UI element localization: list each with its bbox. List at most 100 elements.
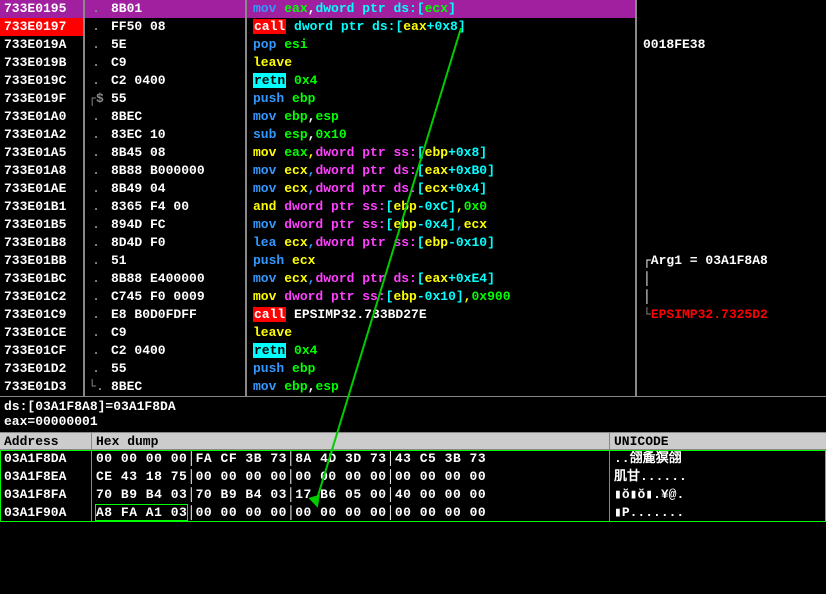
- prefix-cell: .: [85, 198, 107, 216]
- asm-cell: call EPSIMP32.733BD27E: [247, 306, 637, 324]
- prefix-cell: .: [85, 288, 107, 306]
- disasm-row[interactable]: 733E01A0.8BECmov ebp,esp: [0, 108, 826, 126]
- comment-cell: └EPSIMP32.7325D2: [637, 306, 826, 324]
- address-cell: 733E01B5: [0, 216, 85, 234]
- address-cell: 733E01A0: [0, 108, 85, 126]
- asm-cell: mov ebp,esp: [247, 378, 637, 396]
- address-cell: 733E019A: [0, 36, 85, 54]
- address-cell: 733E01AE: [0, 180, 85, 198]
- disasm-row[interactable]: 733E01A5.8B45 08mov eax,dword ptr ss:[eb…: [0, 144, 826, 162]
- hex-cell: 894D FC: [107, 216, 247, 234]
- prefix-cell: .: [85, 36, 107, 54]
- disasm-row[interactable]: 733E01C2.C745 F0 0009mov dword ptr ss:[e…: [0, 288, 826, 306]
- prefix-cell: .: [85, 18, 107, 36]
- comment-cell: [637, 216, 826, 234]
- asm-cell: retn 0x4: [247, 342, 637, 360]
- address-cell: 733E019B: [0, 54, 85, 72]
- comment-cell: │: [637, 288, 826, 306]
- dump-row[interactable]: 03A1F8DA00 00 00 00│FA CF 3B 73│8A 4D 3D…: [0, 450, 826, 468]
- disasm-row[interactable]: 733E01CF.C2 0400retn 0x4: [0, 342, 826, 360]
- asm-cell: mov dword ptr ss:[ebp-0x10],0x900: [247, 288, 637, 306]
- address-cell: 733E01D2: [0, 360, 85, 378]
- disasm-row[interactable]: 733E01BC.8B88 E400000mov ecx,dword ptr d…: [0, 270, 826, 288]
- hex-cell: 8B45 08: [107, 144, 247, 162]
- comment-cell: [637, 0, 826, 18]
- dump-row[interactable]: 03A1F8EACE 43 18 75│00 00 00 00│00 00 00…: [0, 468, 826, 486]
- prefix-cell: .: [85, 216, 107, 234]
- disasm-row[interactable]: 733E0197.FF50 08call dword ptr ds:[eax+0…: [0, 18, 826, 36]
- disasm-row[interactable]: 733E019A.5Epop esi0018FE38: [0, 36, 826, 54]
- hex-cell: 51: [107, 252, 247, 270]
- comment-cell: [637, 90, 826, 108]
- prefix-cell: .: [85, 270, 107, 288]
- comment-cell: [637, 324, 826, 342]
- prefix-cell: ┌$: [85, 90, 107, 108]
- disasm-row[interactable]: 733E0195.8B01mov eax,dword ptr ds:[ecx]: [0, 0, 826, 18]
- prefix-cell: .: [85, 306, 107, 324]
- disasm-row[interactable]: 733E01B1.8365 F4 00and dword ptr ss:[ebp…: [0, 198, 826, 216]
- asm-cell: mov dword ptr ss:[ebp-0x4],ecx: [247, 216, 637, 234]
- prefix-cell: .: [85, 162, 107, 180]
- hex-dump-pane[interactable]: 03A1F8DA00 00 00 00│FA CF 3B 73│8A 4D 3D…: [0, 450, 826, 522]
- address-cell: 733E01BB: [0, 252, 85, 270]
- disasm-row[interactable]: 733E01A8.8B88 B000000mov ecx,dword ptr d…: [0, 162, 826, 180]
- prefix-cell: .: [85, 126, 107, 144]
- disasm-row[interactable]: 733E019C.C2 0400retn 0x4: [0, 72, 826, 90]
- dump-header-hex: Hex dump: [92, 433, 610, 449]
- disasm-row[interactable]: 733E01A2.83EC 10sub esp,0x10: [0, 126, 826, 144]
- comment-cell: [637, 108, 826, 126]
- prefix-cell: .: [85, 54, 107, 72]
- disasm-row[interactable]: 733E019F┌$55push ebp: [0, 90, 826, 108]
- hex-cell: 5E: [107, 36, 247, 54]
- disasm-row[interactable]: 733E019B.C9leave: [0, 54, 826, 72]
- disassembly-pane[interactable]: 733E0195.8B01mov eax,dword ptr ds:[ecx]7…: [0, 0, 826, 396]
- asm-cell: mov ecx,dword ptr ds:[eax+0xB0]: [247, 162, 637, 180]
- disasm-row[interactable]: 733E01CE.C9leave: [0, 324, 826, 342]
- hex-cell: 8365 F4 00: [107, 198, 247, 216]
- prefix-cell: .: [85, 144, 107, 162]
- hex-cell: C2 0400: [107, 72, 247, 90]
- disasm-row[interactable]: 733E01D3└.8BECmov ebp,esp: [0, 378, 826, 396]
- disasm-row[interactable]: 733E01D2.55push ebp: [0, 360, 826, 378]
- prefix-cell: └.: [85, 378, 107, 396]
- disasm-row[interactable]: 733E01BB.51push ecx┌Arg1 = 03A1F8A8: [0, 252, 826, 270]
- address-cell: 733E0197: [0, 18, 85, 36]
- disasm-row[interactable]: 733E01C9.E8 B0D0FDFFcall EPSIMP32.733BD2…: [0, 306, 826, 324]
- asm-cell: leave: [247, 324, 637, 342]
- comment-cell: [637, 342, 826, 360]
- hex-cell: C9: [107, 324, 247, 342]
- comment-cell: [637, 18, 826, 36]
- hex-cell: 8B01: [107, 0, 247, 18]
- status-bar: ds:[03A1F8A8]=03A1F8DA eax=00000001: [0, 396, 826, 432]
- hex-cell: 8B88 E400000: [107, 270, 247, 288]
- address-cell: 733E01B8: [0, 234, 85, 252]
- disasm-row[interactable]: 733E01B5.894D FCmov dword ptr ss:[ebp-0x…: [0, 216, 826, 234]
- hex-cell: 83EC 10: [107, 126, 247, 144]
- comment-cell: │: [637, 270, 826, 288]
- address-cell: 733E019F: [0, 90, 85, 108]
- dump-unicode: ▮P.......: [610, 504, 826, 522]
- prefix-cell: .: [85, 342, 107, 360]
- dump-row[interactable]: 03A1F8FA70 B9 B4 03│70 B9 B4 03│17 B6 05…: [0, 486, 826, 504]
- asm-cell: and dword ptr ss:[ebp-0xC],0x0: [247, 198, 637, 216]
- prefix-cell: .: [85, 108, 107, 126]
- address-cell: 733E01CE: [0, 324, 85, 342]
- prefix-cell: .: [85, 324, 107, 342]
- comment-cell: [637, 378, 826, 396]
- address-cell: 733E01BC: [0, 270, 85, 288]
- dump-header: Address Hex dump UNICODE: [0, 432, 826, 450]
- asm-cell: lea ecx,dword ptr ss:[ebp-0x10]: [247, 234, 637, 252]
- hex-cell: FF50 08: [107, 18, 247, 36]
- dump-address: 03A1F8DA: [0, 450, 92, 468]
- hex-cell: C9: [107, 54, 247, 72]
- asm-cell: mov ecx,dword ptr ds:[eax+0xE4]: [247, 270, 637, 288]
- comment-cell: [637, 72, 826, 90]
- hex-cell: E8 B0D0FDFF: [107, 306, 247, 324]
- dump-row[interactable]: 03A1F90AA8 FA A1 03│00 00 00 00│00 00 00…: [0, 504, 826, 522]
- asm-cell: pop esi: [247, 36, 637, 54]
- disasm-row[interactable]: 733E01B8.8D4D F0lea ecx,dword ptr ss:[eb…: [0, 234, 826, 252]
- comment-cell: [637, 162, 826, 180]
- address-cell: 733E01A2: [0, 126, 85, 144]
- address-cell: 733E01C9: [0, 306, 85, 324]
- prefix-cell: .: [85, 234, 107, 252]
